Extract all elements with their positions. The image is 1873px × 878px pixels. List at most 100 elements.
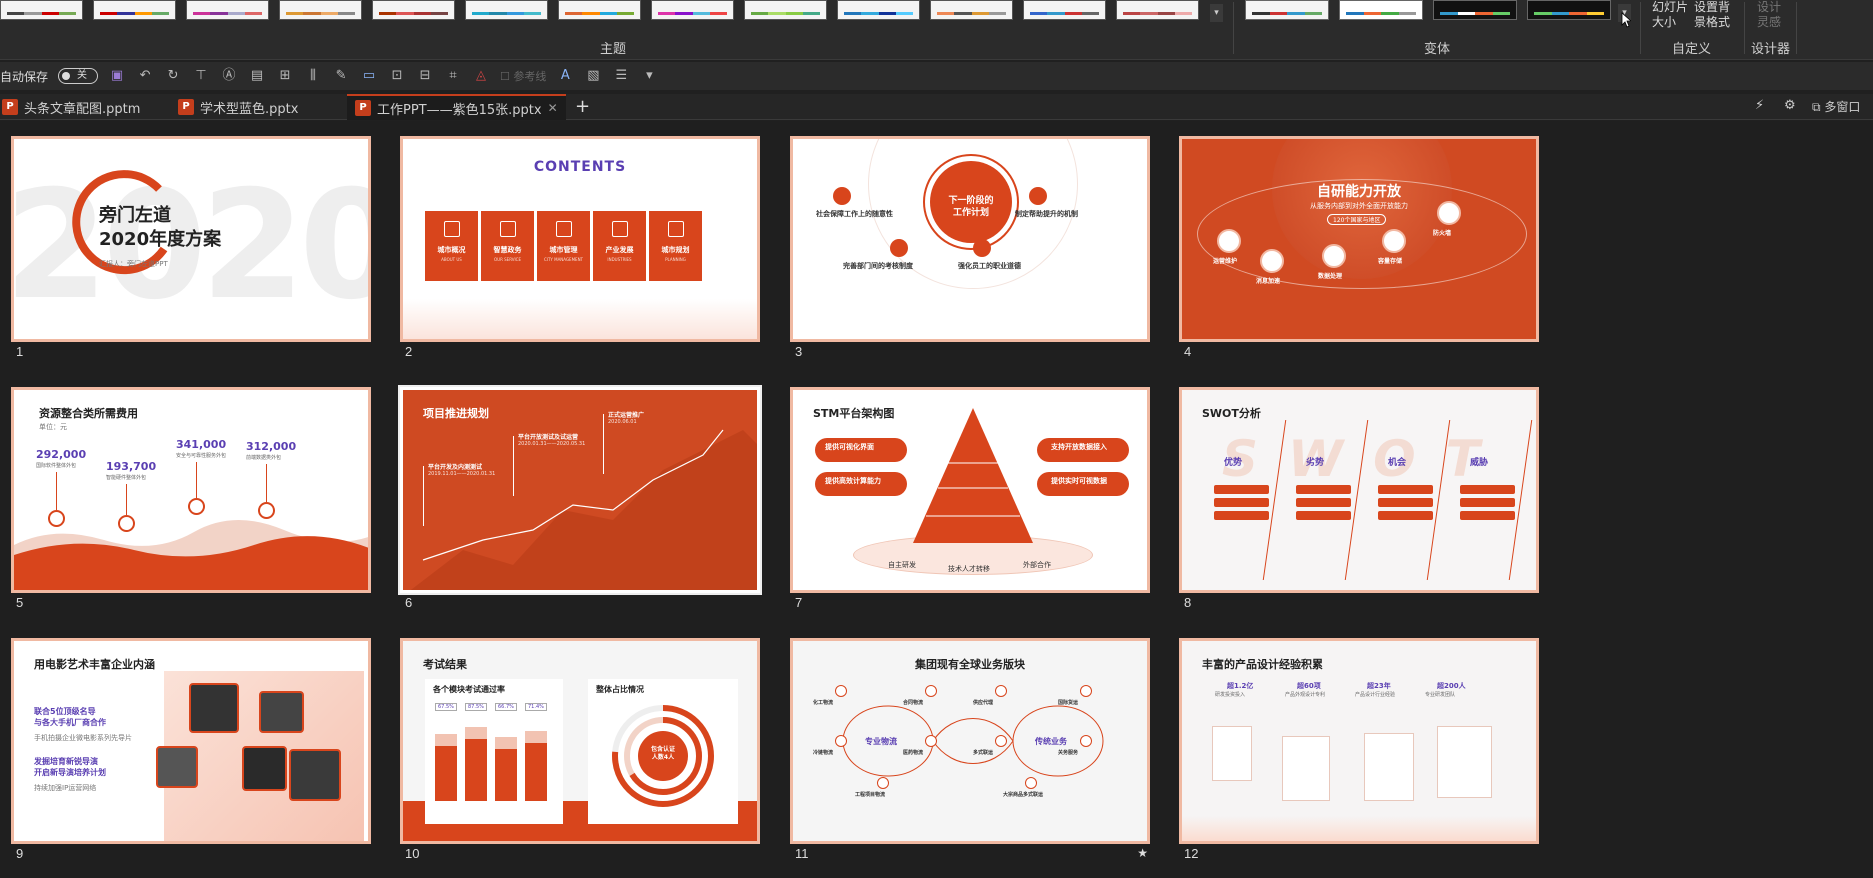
new-tab-button[interactable]: + — [575, 97, 590, 117]
group-icon[interactable]: ⊡ — [388, 67, 406, 85]
document-tab[interactable]: P 头条文章配图.pptm — [2, 94, 140, 120]
variant-thumbnail[interactable] — [1339, 0, 1423, 20]
color-swatch — [1252, 12, 1270, 15]
format-painter-icon[interactable]: ✎ — [332, 67, 350, 85]
slide-thumbnail[interactable]: 下一阶段的 工作计划 社会保障工作上的随意性 制定帮助提升的机制 完善部门间的考… — [790, 136, 1150, 359]
slide-9[interactable]: 用电影艺术丰富企业内涵 联合5位顶级名导 与各大手机厂商合作 手机拍摄企业微电影… — [11, 638, 371, 844]
presenter-icon[interactable]: ⊤ — [192, 67, 210, 85]
certificate-frame — [1212, 726, 1252, 781]
variant-color-strip — [1440, 12, 1510, 15]
textbox-icon[interactable]: Ⓐ — [220, 67, 238, 85]
document-tab[interactable]: P 学术型蓝色.pptx — [178, 94, 298, 120]
business-label: 化工物流 — [813, 700, 834, 706]
multi-window-button[interactable]: ⧉ 多窗口 — [1812, 98, 1860, 115]
fail-bar — [525, 731, 547, 743]
slide-thumbnail[interactable]: 项目推进规划 平台开发及内测测试 2019.11.01——2020.01.31 平台… — [398, 385, 762, 610]
slide-thumbnail[interactable]: 集团现有全球业务版块 专业物流 传统业务 化工物流 冷链物流 合同物流 医药物流 工程项… — [790, 638, 1150, 861]
autosave-toggle[interactable]: 关 — [58, 68, 99, 84]
slide-5[interactable]: 资源整合类所需费用 单位：元 292,000 国际软件整体外包 193,700 智能硬… — [11, 387, 371, 593]
slide-thumbnail[interactable]: 2020 旁门左道 2020年度方案 汇报人：旁门左道PPT 1 — [11, 136, 371, 359]
slide-3[interactable]: 下一阶段的 工作计划 社会保障工作上的随意性 制定帮助提升的机制 完善部门间的考… — [790, 136, 1150, 342]
color-swatch — [709, 12, 727, 15]
slide-size-button[interactable]: 幻灯片 大小 — [1652, 0, 1688, 30]
slide-7[interactable]: STM平台架构图 提供可视化界面 提供高效计算能力 支持开放数据接入 提供实时可… — [790, 387, 1150, 593]
mouse-cursor-icon — [1621, 12, 1631, 28]
accessibility-icon[interactable]: ⚡ — [1755, 98, 1764, 113]
color-swatch — [7, 12, 25, 15]
slide-icon[interactable]: ▭ — [360, 67, 378, 85]
slide-thumbnail[interactable]: 考试结果 各个模块考试通过率 67.5% 87.5% 66.7% 71.4% 整体占比… — [400, 638, 760, 861]
align-icon[interactable]: ⫼ — [304, 67, 322, 85]
marker-line — [266, 464, 267, 502]
theme-thumbnail[interactable] — [558, 0, 641, 20]
slide-thumbnail[interactable]: 用电影艺术丰富企业内涵 联合5位顶级名导 与各大手机厂商合作 手机拍摄企业微电影… — [11, 638, 371, 861]
color-swatch — [844, 12, 862, 15]
slide-thumbnail[interactable]: 自研能力开放 从服务内部到对外全面开放能力 120个国家与地区 运营维护 消息加速… — [1179, 136, 1539, 359]
design-ideas-button[interactable]: 设计 灵感 — [1757, 0, 1781, 30]
color-swatch — [988, 12, 1006, 15]
line-spacing-icon[interactable]: ☰ — [612, 67, 630, 85]
slide-1[interactable]: 2020 旁门左道 2020年度方案 汇报人：旁门左道PPT — [11, 136, 371, 342]
customize-group-label: 自定义 — [1672, 42, 1712, 57]
theme-thumbnail[interactable] — [186, 0, 269, 20]
crop-icon[interactable]: ⌗ — [444, 67, 462, 85]
font-icon[interactable]: A — [556, 67, 574, 85]
color-swatch — [117, 12, 135, 15]
text-highlight-icon[interactable]: ▧ — [584, 67, 602, 85]
redo-icon[interactable]: ↻ — [164, 67, 182, 85]
theme-thumbnail[interactable] — [1023, 0, 1106, 20]
cost-desc: 安全与可靠性服务外包 — [176, 453, 227, 459]
slide-2[interactable]: CONTENTS 城市概况 ABOUT US 智慧政务 OUR SERVICE 城市管理… — [400, 136, 760, 342]
theme-thumbnail[interactable] — [0, 0, 83, 20]
theme-thumbnail[interactable] — [930, 0, 1013, 20]
customize-toolbar-icon[interactable]: ▾ — [640, 67, 658, 85]
slide-thumbnail[interactable]: STM平台架构图 提供可视化界面 提供高效计算能力 支持开放数据接入 提供实时可… — [790, 387, 1150, 610]
settings-gear-icon[interactable]: ⚙ — [1784, 98, 1796, 113]
slide-8[interactable]: SWOT分析 SWOT 优势 劣势 机会 威胁 — [1179, 387, 1539, 593]
theme-color-strip — [100, 12, 169, 15]
document-tab-active[interactable]: P 工作PPT——紫色15张.pptx ✕ — [347, 94, 566, 120]
themes-more-button[interactable]: ▾ — [1210, 4, 1223, 22]
certificate-frame — [1364, 733, 1414, 801]
undo-icon[interactable]: ↶ — [136, 67, 154, 85]
theme-thumbnail[interactable] — [651, 0, 734, 20]
theme-thumbnail[interactable] — [279, 0, 362, 20]
screen-icon[interactable]: ⊞ — [276, 67, 294, 85]
ribbon-separator — [1744, 2, 1745, 54]
ribbon-separator — [1796, 2, 1797, 54]
save-icon[interactable]: ▣ — [108, 67, 126, 85]
theme-thumbnail[interactable] — [93, 0, 176, 20]
guides-checkbox[interactable]: ☐ 参考线 — [500, 68, 546, 84]
slide-thumbnail[interactable]: 丰富的产品设计经验积累 超1.2亿 研发投资投入 超60项 产品外观设计专利 超23年产… — [1179, 638, 1539, 861]
variant-thumbnail[interactable] — [1433, 0, 1517, 20]
quick-access-toolbar: 自动保存 关 ▣ ↶ ↻ ⊤ Ⓐ ▤ ⊞ ⫼ ✎ ▭ ⊡ ⊟ ⌗ ◬ ☐ 参考线… — [0, 62, 1873, 90]
close-tab-icon[interactable]: ✕ — [548, 101, 558, 115]
theme-thumbnail[interactable] — [465, 0, 548, 20]
color-swatch — [616, 12, 634, 15]
picture-icon[interactable]: ▤ — [248, 67, 266, 85]
color-swatch — [1081, 12, 1099, 15]
slide-4[interactable]: 自研能力开放 从服务内部到对外全面开放能力 120个国家与地区 运营维护 消息加速… — [1179, 136, 1539, 342]
slide-11[interactable]: 集团现有全球业务版块 专业物流 传统业务 化工物流 冷链物流 合同物流 医药物流 工程项… — [790, 638, 1150, 844]
color-swatch — [430, 12, 448, 15]
business-node — [835, 735, 847, 747]
shape-icon[interactable]: ◬ — [472, 67, 490, 85]
format-background-button[interactable]: 设置背 景格式 — [1694, 0, 1730, 30]
theme-thumbnail[interactable] — [837, 0, 920, 20]
slide-10[interactable]: 考试结果 各个模块考试通过率 67.5% 87.5% 66.7% 71.4% 整体占比… — [400, 638, 760, 844]
variant-thumbnail[interactable] — [1245, 0, 1329, 20]
variant-thumbnail[interactable] — [1527, 0, 1611, 20]
theme-thumbnail[interactable] — [1116, 0, 1199, 20]
theme-color-strip — [658, 12, 727, 15]
theme-thumbnail[interactable] — [372, 0, 455, 20]
theme-thumbnail[interactable] — [744, 0, 827, 20]
slide-thumbnail[interactable]: SWOT分析 SWOT 优势 劣势 机会 威胁 8 — [1179, 387, 1539, 610]
variant-color-strip — [1252, 12, 1322, 15]
ungroup-icon[interactable]: ⊟ — [416, 67, 434, 85]
slide-6[interactable]: 项目推进规划 平台开发及内测测试 2019.11.01——2020.01.31 平台… — [398, 385, 762, 595]
color-swatch — [286, 12, 304, 15]
slide-thumbnail[interactable]: CONTENTS 城市概况 ABOUT US 智慧政务 OUR SERVICE 城市管理… — [400, 136, 760, 359]
fail-bar — [495, 737, 517, 749]
slide-12[interactable]: 丰富的产品设计经验积累 超1.2亿 研发投资投入 超60项 产品外观设计专利 超23年产… — [1179, 638, 1539, 844]
slide-thumbnail[interactable]: 资源整合类所需费用 单位：元 292,000 国际软件整体外包 193,700 智能硬… — [11, 387, 371, 610]
